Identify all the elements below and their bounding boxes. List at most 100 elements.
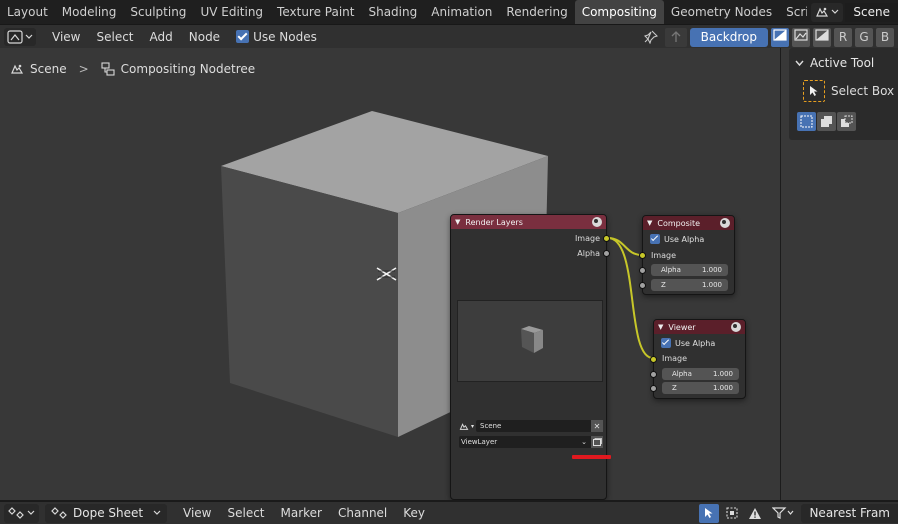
composite-header[interactable]: ▼ Composite bbox=[643, 216, 734, 230]
select-box-tool[interactable]: Select Box bbox=[803, 80, 894, 102]
viewer-z-label: Z bbox=[672, 384, 677, 392]
composite-use-alpha-checkbox[interactable] bbox=[650, 234, 660, 244]
scene-name[interactable]: Scene bbox=[845, 2, 898, 22]
viewer-node[interactable]: ▼ Viewer Use Alpha Image Alpha 1.000 Z 1… bbox=[650, 319, 746, 399]
snap-mode-dropdown[interactable]: Nearest Fram bbox=[801, 503, 898, 523]
mode-subtract-selection-button[interactable] bbox=[837, 112, 856, 131]
scene-selector[interactable]: Scene bbox=[807, 0, 898, 24]
output-alpha-socket[interactable] bbox=[603, 250, 610, 257]
breadcrumb-separator: > bbox=[78, 62, 89, 76]
warning-button[interactable] bbox=[745, 504, 765, 523]
highlight-underline bbox=[572, 455, 611, 459]
composite-use-alpha-toggle[interactable]: Use Alpha bbox=[650, 234, 704, 244]
viewer-header[interactable]: ▼ Viewer bbox=[654, 320, 745, 334]
menu-view[interactable]: View bbox=[44, 25, 88, 49]
view-layer-dropdown[interactable]: ViewLayer ⌄ bbox=[459, 436, 591, 448]
tab-uv-editing[interactable]: UV Editing bbox=[193, 0, 270, 24]
box-select-button[interactable] bbox=[722, 504, 742, 523]
node-editor-canvas[interactable]: Scene > Compositing Nodetree ▼ Render La… bbox=[0, 48, 780, 500]
tab-rendering[interactable]: Rendering bbox=[499, 0, 574, 24]
dope-sheet-mode-label: Dope Sheet bbox=[73, 506, 144, 520]
dope-sheet-icon bbox=[8, 507, 24, 519]
editor-type-selector[interactable] bbox=[4, 27, 36, 46]
viewer-image-socket[interactable] bbox=[650, 356, 657, 363]
menu-key[interactable]: Key bbox=[395, 506, 433, 520]
channel-g-button[interactable]: G bbox=[855, 27, 873, 47]
tab-modeling[interactable]: Modeling bbox=[55, 0, 124, 24]
parent-tree-button[interactable] bbox=[664, 27, 687, 47]
tab-animation[interactable]: Animation bbox=[424, 0, 499, 24]
render-sphere-icon bbox=[592, 217, 602, 227]
use-nodes-checkbox[interactable] bbox=[236, 29, 250, 43]
cube-front-face bbox=[221, 166, 398, 437]
viewer-use-alpha-toggle[interactable]: Use Alpha bbox=[661, 338, 715, 348]
tab-shading[interactable]: Shading bbox=[361, 0, 424, 24]
viewer-alpha-label: Alpha bbox=[672, 370, 692, 378]
tab-layout[interactable]: Layout bbox=[0, 0, 55, 24]
composite-node[interactable]: ▼ Composite Use Alpha Image Alpha 1.000 … bbox=[639, 215, 735, 295]
use-nodes-toggle[interactable]: Use Nodes bbox=[228, 25, 325, 49]
pin-icon bbox=[643, 30, 658, 44]
dope-sheet-mode-dropdown[interactable]: Dope Sheet bbox=[45, 503, 167, 523]
header-right-tools: Backdrop R G B bbox=[640, 25, 898, 49]
channel-color-button[interactable] bbox=[792, 27, 810, 47]
channel-b-button[interactable]: B bbox=[876, 27, 894, 47]
render-layers-header[interactable]: ▼ Render Layers bbox=[451, 215, 606, 229]
arrow-up-icon bbox=[671, 31, 681, 42]
composite-z-socket[interactable] bbox=[639, 282, 646, 289]
box-select-icon bbox=[726, 507, 739, 519]
collapse-triangle-icon[interactable]: ▼ bbox=[455, 218, 460, 226]
dope-sheet-header: Dope Sheet View Select Marker Channel Ke… bbox=[0, 500, 898, 524]
scene-icon bbox=[459, 422, 469, 430]
scene-icon bbox=[816, 7, 829, 17]
scene-field-value[interactable]: Scene bbox=[476, 420, 591, 432]
render-sphere-icon bbox=[720, 218, 730, 228]
select-tool-button[interactable] bbox=[699, 503, 720, 523]
viewer-alpha-field[interactable]: Alpha 1.000 bbox=[662, 368, 739, 380]
menu-add[interactable]: Add bbox=[142, 25, 181, 49]
tab-compositing[interactable]: Compositing bbox=[574, 0, 664, 24]
view-layer-field[interactable]: ViewLayer ⌄ bbox=[459, 436, 603, 448]
scene-field[interactable]: ▾ Scene ✕ bbox=[459, 420, 603, 432]
editor-type-selector[interactable] bbox=[4, 503, 39, 523]
output-image-socket[interactable] bbox=[603, 235, 610, 242]
composite-image-socket[interactable] bbox=[639, 252, 646, 259]
composite-alpha-field[interactable]: Alpha 1.000 bbox=[651, 264, 728, 276]
filter-dropdown[interactable] bbox=[768, 504, 798, 523]
menu-node[interactable]: Node bbox=[181, 25, 228, 49]
viewer-image-label: Image bbox=[662, 354, 688, 363]
viewer-alpha-socket[interactable] bbox=[650, 371, 657, 378]
viewer-z-socket[interactable] bbox=[650, 385, 657, 392]
viewer-z-field[interactable]: Z 1.000 bbox=[662, 382, 739, 394]
node-editor-icon bbox=[7, 29, 23, 44]
tab-texture-paint[interactable]: Texture Paint bbox=[270, 0, 361, 24]
pin-button[interactable] bbox=[640, 28, 662, 47]
collapse-triangle-icon[interactable]: ▼ bbox=[658, 323, 663, 331]
sidebar-panel: Active Tool Select Box bbox=[780, 48, 898, 500]
menu-marker[interactable]: Marker bbox=[273, 506, 330, 520]
collapse-triangle-icon[interactable]: ▼ bbox=[647, 219, 652, 227]
channel-r-button[interactable]: R bbox=[834, 27, 852, 47]
viewer-z-value: 1.000 bbox=[712, 384, 733, 392]
scene-browse-button[interactable] bbox=[811, 2, 844, 22]
mode-extend-selection-button[interactable] bbox=[817, 112, 836, 131]
tab-geometry-nodes[interactable]: Geometry Nodes bbox=[664, 0, 779, 24]
backdrop-button[interactable]: Backdrop bbox=[689, 27, 768, 47]
channel-alpha-button[interactable] bbox=[813, 27, 831, 47]
composite-alpha-value: 1.000 bbox=[701, 266, 722, 274]
menu-select[interactable]: Select bbox=[219, 506, 272, 520]
select-extend-icon bbox=[821, 116, 832, 127]
mode-new-selection-button[interactable] bbox=[797, 112, 816, 131]
composite-alpha-socket[interactable] bbox=[639, 267, 646, 274]
menu-view[interactable]: View bbox=[175, 506, 219, 520]
menu-channel[interactable]: Channel bbox=[330, 506, 395, 520]
preview-cube-icon bbox=[521, 326, 543, 353]
clear-scene-button[interactable]: ✕ bbox=[591, 420, 603, 432]
render-layer-button[interactable] bbox=[591, 436, 603, 448]
viewer-use-alpha-checkbox[interactable] bbox=[661, 338, 671, 348]
composite-z-field[interactable]: Z 1.000 bbox=[651, 279, 728, 291]
active-tool-panel-header[interactable]: Active Tool bbox=[795, 56, 874, 70]
menu-select[interactable]: Select bbox=[88, 25, 141, 49]
channel-color-alpha-button[interactable] bbox=[771, 27, 789, 47]
tab-sculpting[interactable]: Sculpting bbox=[123, 0, 193, 24]
